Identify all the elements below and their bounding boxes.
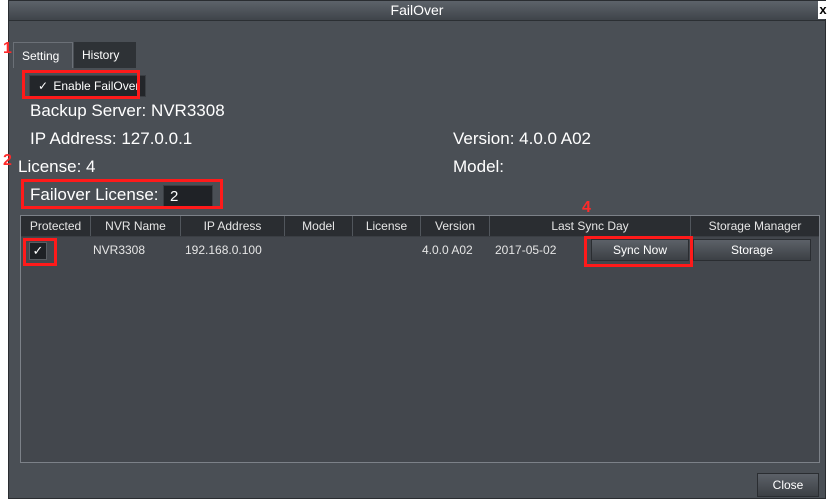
column-header-version[interactable]: Version xyxy=(421,216,490,236)
ip-address-label: IP Address: 127.0.0.1 xyxy=(30,129,193,148)
highlight-box-enable-failover xyxy=(22,70,140,99)
highlight-box-protected xyxy=(23,238,57,266)
column-header-ip-address[interactable]: IP Address xyxy=(181,216,285,236)
highlight-box-failover-license xyxy=(21,179,223,209)
license-label: License: 4 xyxy=(18,157,96,176)
title-bar: FailOver xyxy=(9,1,825,21)
column-header-protected[interactable]: Protected xyxy=(21,216,91,236)
annotation-number-1: 1 xyxy=(3,40,12,57)
column-header-license[interactable]: License xyxy=(353,216,421,236)
column-header-storage-manager[interactable]: Storage Manager xyxy=(691,216,819,236)
highlight-box-sync-now xyxy=(584,236,693,267)
tab-history[interactable]: History xyxy=(74,42,136,68)
cell-last-sync-day: 2017-05-02 xyxy=(495,243,557,257)
storage-button[interactable]: Storage xyxy=(693,239,811,261)
window-title: FailOver xyxy=(390,2,444,18)
annotation-number-2: 2 xyxy=(3,152,12,169)
cell-nvr-name: NVR3308 xyxy=(93,243,146,257)
cell-ip-address: 192.168.0.100 xyxy=(185,243,262,257)
table-body: ✓ NVR3308 192.168.0.100 4.0.0 A02 2017-0… xyxy=(21,237,819,462)
table-header: Protected NVR Name IP Address Model Lice… xyxy=(21,216,819,236)
close-icon[interactable]: x xyxy=(818,1,828,19)
table-row[interactable]: ✓ NVR3308 192.168.0.100 4.0.0 A02 2017-0… xyxy=(21,237,819,263)
version-label: Version: 4.0.0 A02 xyxy=(453,129,591,148)
column-header-nvr-name[interactable]: NVR Name xyxy=(91,216,181,236)
nvr-table: Protected NVR Name IP Address Model Lice… xyxy=(20,215,820,463)
column-header-model[interactable]: Model xyxy=(285,216,353,236)
close-button[interactable]: Close xyxy=(757,473,819,497)
backup-server-label: Backup Server: NVR3308 xyxy=(30,101,225,120)
column-header-last-sync-day[interactable]: Last Sync Day xyxy=(490,216,691,236)
tab-setting[interactable]: Setting xyxy=(13,42,73,68)
model-label: Model: xyxy=(453,157,505,176)
cell-version: 4.0.0 A02 xyxy=(422,243,473,257)
